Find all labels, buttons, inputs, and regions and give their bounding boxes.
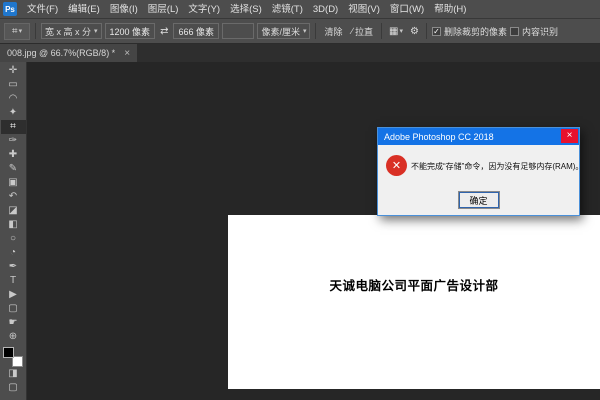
menu-type[interactable]: 文字(Y) xyxy=(183,0,225,19)
photoshop-logo-icon: Ps xyxy=(3,2,17,16)
path-selection-tool[interactable]: ▶ xyxy=(1,288,26,302)
eyedropper-tool[interactable]: ✑ xyxy=(1,134,26,148)
tab-close-icon[interactable]: × xyxy=(124,48,130,59)
divider xyxy=(381,23,382,39)
chevron-down-icon: ▾ xyxy=(94,27,98,35)
dialog-title-bar[interactable]: Adobe Photoshop CC 2018 × xyxy=(378,128,579,145)
crop-preset-icon: ⌗ xyxy=(12,26,18,37)
menu-file[interactable]: 文件(F) xyxy=(22,0,63,19)
clone-stamp-tool[interactable]: ▣ xyxy=(1,176,26,190)
menu-filter[interactable]: 滤镜(T) xyxy=(267,0,308,19)
menu-edit[interactable]: 编辑(E) xyxy=(63,0,105,19)
color-swatches[interactable] xyxy=(3,347,23,367)
content-aware-label: 内容识别 xyxy=(522,25,558,38)
canvas-area: 天诚电脑公司平面广告设计部 xyxy=(28,62,600,400)
tool-preset-dropdown[interactable]: ⌗ ▾ xyxy=(4,23,30,40)
history-brush-tool[interactable]: ↶ xyxy=(1,190,26,204)
lasso-tool[interactable]: ◠ xyxy=(1,92,26,106)
resolution-unit-dropdown[interactable]: 像素/厘米 ▾ xyxy=(257,23,310,39)
document-tab-title: 008.jpg @ 66.7%(RGB/8) * xyxy=(7,48,115,58)
document-text: 天诚电脑公司平面广告设计部 xyxy=(228,275,600,294)
move-tool[interactable]: ✛ xyxy=(1,64,26,78)
document-canvas[interactable]: 天诚电脑公司平面广告设计部 xyxy=(228,215,600,389)
crop-height-input[interactable]: 666 像素 xyxy=(173,23,219,39)
crop-settings-gear-icon[interactable]: ⚙ xyxy=(408,23,421,39)
menu-view[interactable]: 视图(V) xyxy=(343,0,385,19)
divider xyxy=(315,23,316,39)
overlay-grid-icon: ▦ xyxy=(389,26,398,37)
dodge-tool[interactable]: ◔ xyxy=(1,246,26,260)
menu-3d[interactable]: 3D(D) xyxy=(308,0,343,19)
crop-tool[interactable]: ⌗ xyxy=(1,120,26,134)
crop-ratio-dropdown[interactable]: 宽 x 高 x 分 ▾ xyxy=(41,23,102,39)
menu-image[interactable]: 图像(I) xyxy=(105,0,143,19)
delete-cropped-pixels-label: 删除裁剪的像素 xyxy=(444,25,507,38)
crop-ratio-value: 宽 x 高 x 分 xyxy=(45,25,91,38)
gradient-tool[interactable]: ◧ xyxy=(1,218,26,232)
resolution-unit-value: 像素/厘米 xyxy=(261,25,300,38)
type-tool[interactable]: T xyxy=(1,274,26,288)
rectangular-marquee-tool[interactable]: ▭ xyxy=(1,78,26,92)
options-bar: ⌗ ▾ 宽 x 高 x 分 ▾ 1200 像素 ⇄ 666 像素 像素/厘米 ▾… xyxy=(0,19,600,44)
chevron-down-icon: ▾ xyxy=(303,27,307,35)
menu-bar: Ps 文件(F) 编辑(E) 图像(I) 图层(L) 文字(Y) 选择(S) 滤… xyxy=(0,0,600,19)
ok-button[interactable]: 确定 xyxy=(459,192,499,208)
overlay-options-dropdown[interactable]: ▦ ▾ xyxy=(387,23,405,39)
quick-mask-icon[interactable]: ◨ xyxy=(1,367,26,381)
document-tab-bar: 008.jpg @ 66.7%(RGB/8) * × xyxy=(0,44,600,62)
dialog-body: ✕ 不能完成“存储”命令，因为没有足够内存(RAM)。 确定 xyxy=(378,145,579,215)
zoom-tool[interactable]: ⊕ xyxy=(1,330,26,344)
chevron-down-icon: ▾ xyxy=(399,27,403,35)
checkbox-checked-icon: ✓ xyxy=(432,27,441,36)
dialog-title: Adobe Photoshop CC 2018 xyxy=(384,132,494,142)
resolution-input[interactable] xyxy=(222,23,254,39)
divider xyxy=(426,23,427,39)
document-tab[interactable]: 008.jpg @ 66.7%(RGB/8) * × xyxy=(0,44,137,62)
error-dialog: Adobe Photoshop CC 2018 × ✕ 不能完成“存储”命令，因… xyxy=(377,127,580,216)
menu-layer[interactable]: 图层(L) xyxy=(143,0,184,19)
clear-button[interactable]: 清除 xyxy=(321,23,345,39)
menu-window[interactable]: 窗口(W) xyxy=(385,0,429,19)
pen-tool[interactable]: ✒ xyxy=(1,260,26,274)
swap-dimensions-icon[interactable]: ⇄ xyxy=(158,23,170,39)
straighten-button[interactable]: ∕ 拉直 xyxy=(349,23,377,39)
content-aware-checkbox[interactable]: 内容识别 xyxy=(510,25,558,38)
delete-cropped-pixels-checkbox[interactable]: ✓ 删除裁剪的像素 xyxy=(432,25,507,38)
straighten-label: 拉直 xyxy=(355,25,373,38)
toolbox: ✛ ▭ ◠ ✦ ⌗ ✑ ✚ ✎ ▣ ↶ ◪ ◧ ○ ◔ ✒ T ▶ ▢ ☛ ⊕ … xyxy=(0,62,27,400)
straighten-icon: ∕ xyxy=(352,26,354,36)
brush-tool[interactable]: ✎ xyxy=(1,162,26,176)
dialog-close-button[interactable]: × xyxy=(561,129,578,143)
screen-mode-icon[interactable]: ▢ xyxy=(1,381,26,395)
chevron-down-icon: ▾ xyxy=(19,27,23,35)
menu-help[interactable]: 帮助(H) xyxy=(429,0,471,19)
hand-tool[interactable]: ☛ xyxy=(1,316,26,330)
eraser-tool[interactable]: ◪ xyxy=(1,204,26,218)
divider xyxy=(35,23,36,39)
error-icon: ✕ xyxy=(386,155,407,176)
spot-healing-brush-tool[interactable]: ✚ xyxy=(1,148,26,162)
blur-tool[interactable]: ○ xyxy=(1,232,26,246)
checkbox-unchecked-icon xyxy=(510,27,519,36)
shape-tool[interactable]: ▢ xyxy=(1,302,26,316)
dialog-message: 不能完成“存储”命令，因为没有足够内存(RAM)。 xyxy=(411,161,583,172)
quick-selection-tool[interactable]: ✦ xyxy=(1,106,26,120)
crop-width-input[interactable]: 1200 像素 xyxy=(105,23,156,39)
foreground-color-swatch[interactable] xyxy=(3,347,14,358)
menu-select[interactable]: 选择(S) xyxy=(225,0,267,19)
